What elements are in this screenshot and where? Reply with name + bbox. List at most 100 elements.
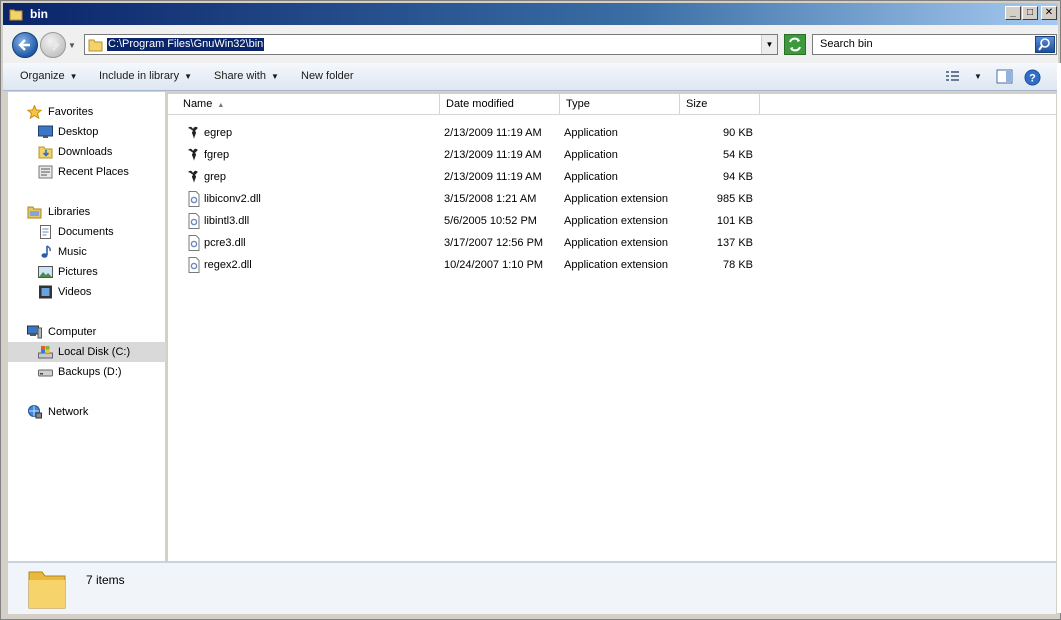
svg-text:?: ?: [1029, 73, 1036, 85]
star-icon: [27, 105, 42, 119]
file-size: 101 KB: [716, 215, 753, 227]
view-options-dropdown-icon[interactable]: ▼: [974, 72, 982, 81]
file-size: 94 KB: [723, 171, 753, 183]
file-size: 985 KB: [716, 193, 753, 205]
gnu-app-icon: [188, 148, 198, 161]
refresh-icon: [789, 37, 801, 52]
sidebar-item-downloads[interactable]: Downloads: [8, 142, 166, 162]
column-header-label: Date modified: [446, 98, 514, 110]
sidebar-item-pictures[interactable]: Pictures: [8, 262, 166, 282]
file-name: grep: [204, 171, 227, 183]
details-pane: 7 items: [8, 562, 1056, 614]
sidebar-item-libraries[interactable]: Libraries: [8, 202, 166, 222]
new-folder-button[interactable]: New folder: [301, 70, 354, 82]
maximize-button[interactable]: □: [1022, 6, 1038, 20]
sidebar-label: Local Disk (C:): [58, 346, 131, 358]
sidebar-item-network[interactable]: Network: [8, 402, 166, 422]
sidebar-label: Computer: [48, 326, 97, 338]
search-button[interactable]: [1035, 36, 1055, 53]
sidebar-label: Documents: [58, 226, 114, 238]
file-row[interactable]: fgrep 2/13/2009 11:19 AM Application 54 …: [168, 144, 1056, 166]
file-size: 78 KB: [723, 259, 753, 271]
file-type: Application extension: [564, 193, 668, 205]
file-row[interactable]: regex2.dll 10/24/2007 1:10 PM Applicatio…: [168, 254, 1056, 276]
search-input[interactable]: Search bin: [812, 34, 1057, 55]
file-list: egrep 2/13/2009 11:19 AM Application 90 …: [168, 115, 1056, 561]
forward-button[interactable]: [40, 32, 66, 58]
recent-pages-dropdown-icon[interactable]: ▼: [68, 41, 76, 50]
include-in-library-menu[interactable]: Include in library ▼: [99, 70, 192, 82]
file-name: libiconv2.dll: [204, 193, 261, 205]
preview-pane-icon[interactable]: [996, 69, 1013, 84]
file-row[interactable]: egrep 2/13/2009 11:19 AM Application 90 …: [168, 122, 1056, 144]
videos-icon: [39, 285, 52, 299]
chevron-down-icon: ▼: [184, 72, 193, 81]
pictures-icon: [38, 266, 53, 278]
file-name: regex2.dll: [204, 259, 252, 271]
help-icon[interactable]: ?: [1024, 69, 1041, 86]
search-placeholder: Search bin: [820, 38, 873, 50]
file-type: Application extension: [564, 259, 668, 271]
search-icon: [1038, 38, 1050, 51]
address-bar[interactable]: C:\Program Files\GnuWin32\bin ▼: [84, 34, 778, 55]
column-header-type[interactable]: Type: [560, 94, 680, 115]
gnu-app-icon: [188, 126, 198, 139]
minimize-button[interactable]: _: [1005, 6, 1021, 20]
sidebar-item-desktop[interactable]: Desktop: [8, 122, 166, 142]
file-row[interactable]: grep 2/13/2009 11:19 AM Application 94 K…: [168, 166, 1056, 188]
folder-icon: [28, 571, 66, 609]
column-header-date-modified[interactable]: Date modified: [440, 94, 560, 115]
change-view-icon[interactable]: [945, 69, 961, 83]
refresh-button[interactable]: [784, 34, 806, 55]
address-dropdown-icon[interactable]: ▼: [761, 35, 777, 54]
music-icon: [41, 245, 51, 258]
address-text[interactable]: C:\Program Files\GnuWin32\bin: [107, 38, 265, 51]
sidebar-label: Pictures: [58, 266, 98, 278]
command-bar: Organize ▼ Include in library ▼ Share with…: [3, 63, 1058, 91]
share-with-label: Share with: [214, 70, 266, 82]
close-button[interactable]: ✕: [1041, 6, 1057, 20]
sort-ascending-icon: ▲: [217, 102, 225, 109]
sidebar-item-music[interactable]: Music: [8, 242, 166, 262]
organize-menu[interactable]: Organize ▼: [20, 70, 78, 82]
title-bar[interactable]: bin _ □ ✕: [3, 3, 1058, 25]
file-date: 3/15/2008 1:21 AM: [444, 193, 537, 205]
navigation-pane: Favorites Desktop Downloads Recent Place…: [8, 92, 166, 561]
sidebar-item-documents[interactable]: Documents: [8, 222, 166, 242]
documents-icon: [40, 225, 51, 239]
column-header-label: Type: [566, 98, 590, 110]
libraries-icon: [27, 206, 42, 219]
file-row[interactable]: pcre3.dll 3/17/2007 12:56 PM Application…: [168, 232, 1056, 254]
file-date: 2/13/2009 11:19 AM: [444, 149, 542, 161]
file-date: 5/6/2005 10:52 PM: [444, 215, 537, 227]
sidebar-item-videos[interactable]: Videos: [8, 282, 166, 302]
column-header-size[interactable]: Size: [680, 94, 760, 115]
file-name: egrep: [204, 127, 233, 139]
local-disk-icon: [38, 346, 53, 359]
file-date: 10/24/2007 1:10 PM: [444, 259, 544, 271]
sidebar-item-backups-d[interactable]: Backups (D:): [8, 362, 166, 382]
sidebar-item-favorites[interactable]: Favorites: [8, 102, 166, 122]
gnu-app-icon: [188, 170, 198, 183]
share-with-menu[interactable]: Share with ▼: [214, 70, 279, 82]
column-header-label: Name: [183, 98, 213, 110]
sidebar-label: Videos: [58, 286, 92, 298]
file-name: libintl3.dll: [204, 215, 250, 227]
file-row[interactable]: libiconv2.dll 3/15/2008 1:21 AM Applicat…: [168, 188, 1056, 210]
navigation-bar: ▼ C:\Program Files\GnuWin32\bin ▼ Search…: [3, 25, 1058, 63]
file-type: Application: [564, 149, 618, 161]
file-date: 3/17/2007 12:56 PM: [444, 237, 544, 249]
back-button[interactable]: [12, 32, 38, 58]
desktop-icon: [38, 125, 53, 138]
file-size: 54 KB: [723, 149, 753, 161]
file-row[interactable]: libintl3.dll 5/6/2005 10:52 PM Applicati…: [168, 210, 1056, 232]
sidebar-item-local-disk-c[interactable]: Local Disk (C:): [8, 342, 166, 362]
chevron-down-icon: ▼: [69, 72, 78, 81]
sidebar-label: Music: [58, 246, 87, 258]
column-header-name[interactable]: Name ▲: [177, 94, 440, 115]
file-name: fgrep: [204, 149, 230, 161]
sidebar-label: Libraries: [48, 206, 91, 218]
file-date: 2/13/2009 11:19 AM: [444, 127, 542, 139]
sidebar-item-recent-places[interactable]: Recent Places: [8, 162, 166, 182]
sidebar-item-computer[interactable]: Computer: [8, 322, 166, 342]
